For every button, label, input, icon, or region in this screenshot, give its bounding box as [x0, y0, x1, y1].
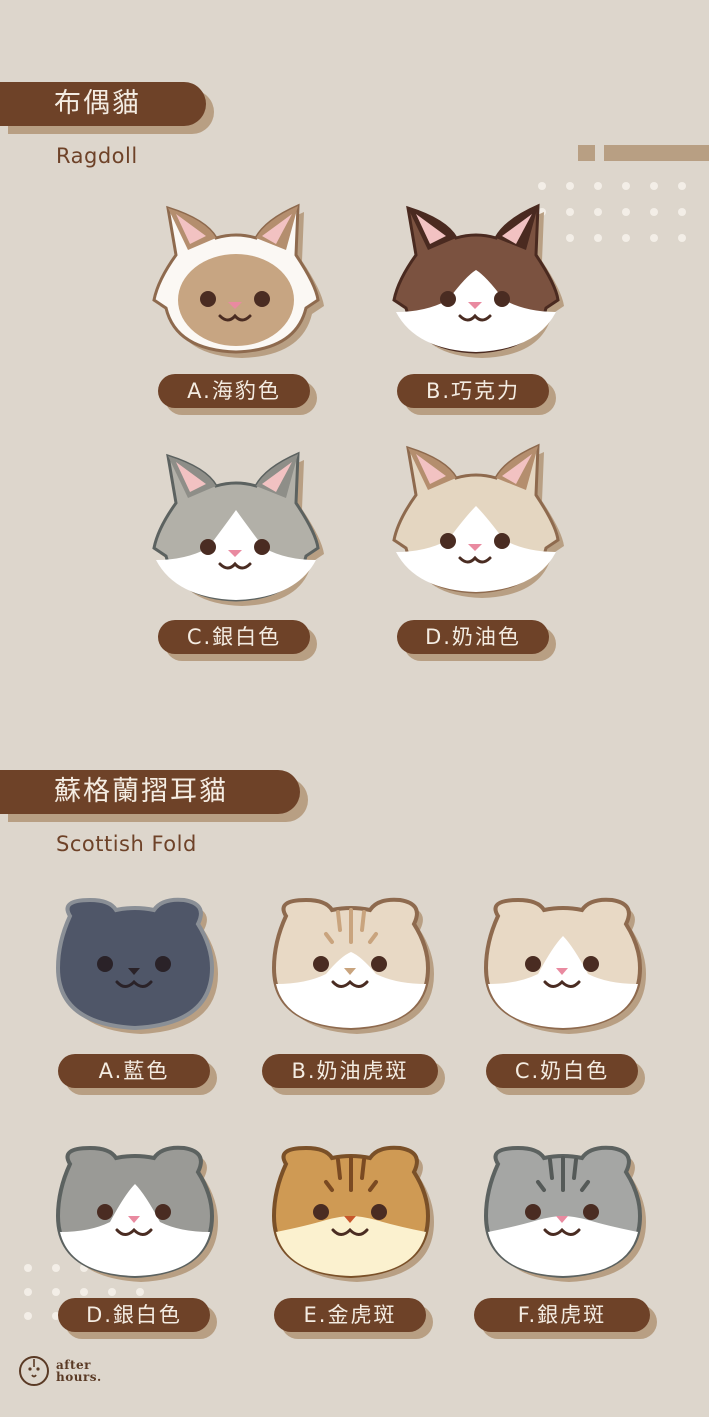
fold-a-label: A.藍色	[58, 1054, 210, 1088]
fold-b-label: B.奶油虎斑	[262, 1054, 438, 1088]
ragdoll-b-label: B.巧克力	[397, 374, 549, 408]
golden-tabby-fold-icon	[271, 1145, 434, 1282]
cat-breeds-infographic: 布偶貓 Ragdoll A.海豹色 B.巧克力 C.銀白色 D.奶油色 蘇格蘭摺…	[0, 0, 709, 1417]
chocolate-ragdoll-icon	[392, 203, 564, 358]
cream-ragdoll-icon	[392, 443, 564, 598]
ragdoll-a-label: A.海豹色	[158, 374, 310, 408]
fold-d-label: D.銀白色	[58, 1298, 210, 1332]
after-hours-logo: after hours.	[18, 1355, 102, 1387]
decorative-bars	[578, 145, 709, 161]
seal-point-ragdoll-icon	[152, 203, 324, 358]
logo-text: after hours.	[56, 1359, 102, 1383]
ragdoll-d-label: D.奶油色	[397, 620, 549, 654]
silver-white-ragdoll-icon	[152, 451, 324, 606]
cream-white-fold-icon	[483, 897, 646, 1034]
fold-c-label: C.奶白色	[486, 1054, 638, 1088]
ragdoll-subtitle: Ragdoll	[56, 144, 138, 168]
silver-white-fold-icon	[55, 1145, 218, 1282]
fold-f-label: F.銀虎斑	[474, 1298, 650, 1332]
ragdoll-title-banner: 布偶貓	[0, 82, 206, 126]
silver-tabby-fold-icon	[483, 1145, 646, 1282]
ragdoll-c-label: C.銀白色	[158, 620, 310, 654]
blue-fold-icon	[55, 897, 218, 1034]
scottish-fold-subtitle: Scottish Fold	[56, 832, 197, 856]
cream-tabby-fold-icon	[271, 897, 434, 1034]
logo-line-2: hours.	[56, 1370, 102, 1384]
fold-e-label: E.金虎斑	[274, 1298, 426, 1332]
face-logo-icon	[19, 1356, 49, 1386]
scottish-fold-title-banner: 蘇格蘭摺耳貓	[0, 770, 300, 814]
